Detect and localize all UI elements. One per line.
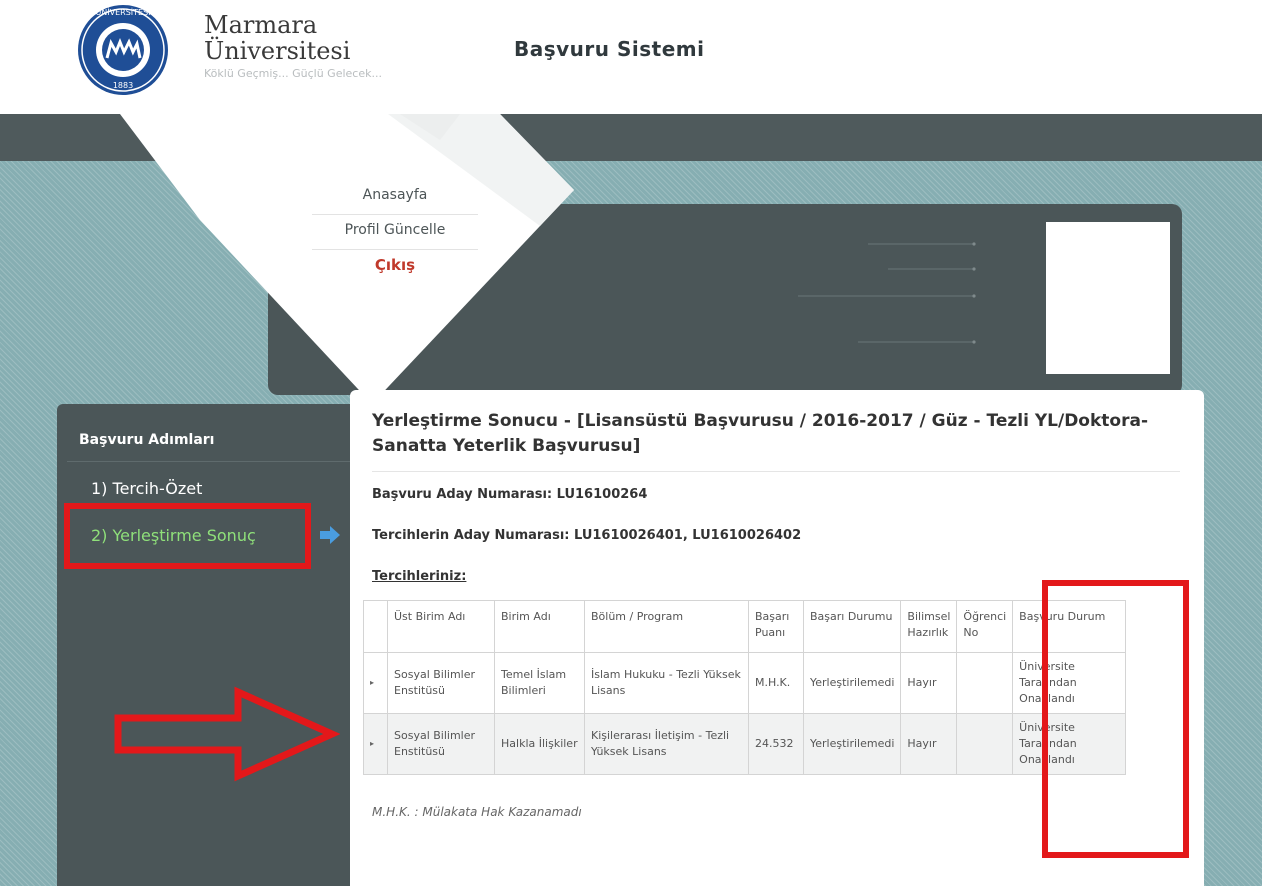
table-header-row: Üst Birim Adı Birim Adı Bölüm / Program … xyxy=(363,600,1127,653)
title-divider xyxy=(372,471,1180,472)
seal-year: 1883 xyxy=(113,81,133,90)
cell-program: İslam Hukuku - Tezli Yüksek Lisans xyxy=(584,652,749,714)
cell-score: 24.532 xyxy=(748,713,804,775)
table-row: ▸ Sosyal Bilimler Enstitüsü Temel İslam … xyxy=(363,652,1127,714)
cell-scientific-prep: Hayır xyxy=(900,652,958,714)
applicant-number: Başvuru Aday Numarası: LU16100264 xyxy=(372,487,648,502)
top-bar xyxy=(0,114,1262,161)
steps-sidebar: Başvuru Adımları 1) Tercih-Özet 2) Yerle… xyxy=(57,404,350,886)
cell-success-status: Yerleştirilemedi xyxy=(802,713,902,775)
sidebar-item-preference-summary[interactable]: 1) Tercih-Özet xyxy=(91,479,202,498)
preference-numbers: Tercihlerin Aday Numarası: LU1610026401,… xyxy=(372,528,802,543)
slogan: Köklü Geçmiş... Güçlü Gelecek... xyxy=(204,67,382,80)
sidebar-title: Başvuru Adımları xyxy=(79,432,215,448)
cell-score: M.H.K. xyxy=(748,652,804,714)
cell-program: Kişilerarası İletişim - Tezli Yüksek Lis… xyxy=(584,713,749,775)
table-row: ▸ Sosyal Bilimler Enstitüsü Halkla İlişk… xyxy=(363,713,1127,775)
expand-row-icon[interactable]: ▸ xyxy=(363,713,388,775)
university-name-line1: Marmara xyxy=(204,11,318,39)
sidebar-divider xyxy=(67,461,350,462)
cell-success-status: Yerleştirilemedi xyxy=(802,652,902,714)
column-header-success-status: Başarı Durumu xyxy=(802,600,902,653)
cell-unit: Temel İslam Bilimleri xyxy=(494,652,585,714)
preferences-table: Üst Birim Adı Birim Adı Bölüm / Program … xyxy=(363,600,1127,775)
main-menu: Anasayfa Profil Güncelle Çıkış xyxy=(312,180,478,284)
cell-unit: Halkla İlişkiler xyxy=(494,713,585,775)
highlight-box-sidebar xyxy=(64,503,311,569)
svg-text:ÜNİVERSİTESİ: ÜNİVERSİTESİ xyxy=(95,7,150,17)
nav-logout-link[interactable]: Çıkış xyxy=(312,250,478,284)
annotation-arrow-icon xyxy=(114,686,340,782)
preferences-label: Tercihleriniz: xyxy=(372,569,467,584)
footnote: M.H.K. : Mülakata Hak Kazanamadı xyxy=(372,805,582,819)
page-title: Yerleştirme Sonucu - [Lisansüstü Başvuru… xyxy=(372,411,1149,456)
university-name: Marmara Üniversitesi Köklü Geçmiş... Güç… xyxy=(204,12,382,80)
cell-student-no xyxy=(956,713,1014,775)
nav-home-link[interactable]: Anasayfa xyxy=(312,180,478,215)
column-header-program: Bölüm / Program xyxy=(584,600,749,653)
system-title: Başvuru Sistemi xyxy=(514,37,705,61)
cell-scientific-prep: Hayır xyxy=(900,713,958,775)
column-header-score: Başarı Puanı xyxy=(748,600,804,653)
column-header-expander xyxy=(363,600,388,653)
column-header-scientific-prep: Bilimsel Hazırlık xyxy=(900,600,958,653)
highlight-box-status-column xyxy=(1042,580,1189,858)
cell-parent-unit: Sosyal Bilimler Enstitüsü xyxy=(387,713,495,775)
cell-parent-unit: Sosyal Bilimler Enstitüsü xyxy=(387,652,495,714)
arrow-right-icon xyxy=(320,526,340,544)
nav-profile-link[interactable]: Profil Güncelle xyxy=(312,215,478,250)
university-seal-logo[interactable]: ÜNİVERSİTESİ 1883 xyxy=(76,0,170,102)
expand-row-icon[interactable]: ▸ xyxy=(363,652,388,714)
column-header-parent-unit: Üst Birim Adı xyxy=(387,600,495,653)
cell-student-no xyxy=(956,652,1014,714)
column-header-student-no: Öğrenci No xyxy=(956,600,1014,653)
header: ÜNİVERSİTESİ 1883 Marmara Üniversitesi K… xyxy=(0,0,1262,114)
profile-photo xyxy=(1046,222,1170,374)
university-name-line2: Üniversitesi xyxy=(204,37,351,65)
column-header-unit: Birim Adı xyxy=(494,600,585,653)
